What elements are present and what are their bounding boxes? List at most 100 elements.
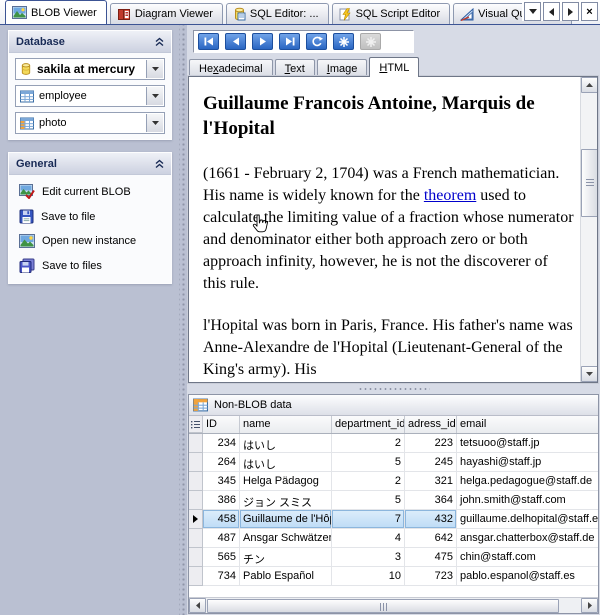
column-header-department-id[interactable]: department_id: [332, 416, 405, 433]
general-panel-header[interactable]: General: [9, 153, 171, 175]
tab-label: BLOB Viewer: [31, 7, 97, 19]
save-multi-icon: [19, 258, 35, 273]
window-tab-bar: BLOB Viewer Diagram Viewer SQL Editor: .…: [0, 0, 600, 25]
tab-label: SQL Editor: ...: [250, 8, 319, 20]
tab-text[interactable]: Text: [275, 59, 315, 77]
row-selector-header[interactable]: [189, 416, 203, 433]
last-record-button[interactable]: [279, 33, 300, 50]
theorem-link[interactable]: theorem: [424, 187, 476, 204]
table-row[interactable]: 386 ジョン スミス 5 364 john.smith@staff.com: [189, 491, 598, 510]
column-header-adress-id[interactable]: adress_id: [405, 416, 457, 433]
document-paragraph: l'Hopital was born in Paris, France. His…: [203, 315, 574, 381]
column-header-name[interactable]: name: [240, 416, 332, 433]
close-icon: ×: [586, 6, 592, 18]
scrollbar-thumb[interactable]: [207, 599, 559, 613]
html-document: Guillaume Francois Antoine, Marquis de l…: [189, 77, 579, 382]
book-icon: [117, 8, 131, 21]
tab-image[interactable]: Image: [317, 59, 368, 77]
connection-select[interactable]: sakila at mercury: [15, 58, 165, 80]
table-icon: [20, 90, 34, 103]
table-row[interactable]: 264 はいし 5 245 hayashi@staff.jp: [189, 453, 598, 472]
refresh-button[interactable]: [306, 33, 327, 50]
non-blob-header: Non-BLOB data: [189, 395, 598, 416]
pane-splitter[interactable]: [188, 384, 599, 393]
table-row[interactable]: 565 チン 3 475 chin@staff.com: [189, 548, 598, 567]
action-label: Open new instance: [42, 235, 136, 247]
table-row[interactable]: 734 Pablo Español 10 723 pablo.espanol@s…: [189, 567, 598, 586]
next-record-button[interactable]: [252, 33, 273, 50]
column-header-id[interactable]: ID: [203, 416, 240, 433]
database-icon: [20, 62, 32, 76]
tab-hexadecimal[interactable]: Hexadecimal: [189, 59, 273, 77]
tab-sql-script-editor[interactable]: SQL Script Editor: [332, 3, 451, 24]
scroll-up-button[interactable]: [581, 77, 598, 93]
column-header-email[interactable]: email: [457, 416, 598, 433]
collapse-chevron-icon[interactable]: [155, 37, 164, 47]
grid-horizontal-scrollbar[interactable]: [189, 597, 598, 613]
tab-scroll-right-button[interactable]: [562, 2, 579, 21]
action-label: Save to files: [42, 260, 102, 272]
blob-column-select[interactable]: photo: [15, 112, 165, 134]
save-icon: [19, 209, 34, 224]
content-vertical-scrollbar[interactable]: [580, 77, 597, 382]
action-label: Edit current BLOB: [42, 186, 131, 198]
scroll-left-button[interactable]: [189, 598, 206, 613]
tab-html[interactable]: HTML: [369, 57, 419, 77]
save-to-file-action[interactable]: Save to file: [9, 204, 171, 229]
insert-record-button-disabled: [360, 33, 381, 50]
tab-label: Diagram Viewer: [135, 8, 213, 20]
viewer-format-tabs: Hexadecimal Text Image HTML: [189, 57, 421, 77]
table-value: employee: [39, 90, 87, 102]
action-label: Save to file: [41, 211, 95, 223]
save-to-files-action[interactable]: Save to files: [9, 253, 171, 278]
ruler-icon: [460, 8, 474, 21]
first-record-button[interactable]: [198, 33, 219, 50]
database-panel: Database sakila at mercury employee phot…: [8, 30, 172, 140]
connection-value: sakila at mercury: [37, 62, 135, 76]
table-row[interactable]: 345 Helga Pädagog 2 321 helga.pedagogue@…: [189, 472, 598, 491]
edit-current-blob-action[interactable]: Edit current BLOB: [9, 179, 171, 204]
sidebar-splitter[interactable]: [179, 25, 187, 615]
database-panel-header[interactable]: Database: [9, 31, 171, 53]
blob-viewer-window: BLOB Viewer Diagram Viewer SQL Editor: .…: [0, 0, 600, 615]
table-row[interactable]: 487 Ansgar Schwätzer 4 642 ansgar.chatte…: [189, 529, 598, 548]
current-row-marker-icon: [193, 515, 198, 523]
tab-label: SQL Script Editor: [356, 8, 441, 20]
scrollbar-thumb[interactable]: [581, 149, 598, 217]
database-icon: [233, 7, 246, 21]
non-blob-data-panel: Non-BLOB data ID name department_id adre…: [188, 394, 599, 614]
image-icon: [19, 234, 35, 248]
blob-table-icon: [193, 398, 208, 412]
scroll-right-button[interactable]: [581, 598, 598, 613]
blob-navigator-toolbar: [193, 30, 414, 53]
table-row-selected[interactable]: 458 Guillaume de l'Hôpital 7 432 guillau…: [189, 510, 598, 529]
dropdown-arrow-icon[interactable]: [146, 114, 163, 132]
panel-title: General: [16, 158, 57, 170]
collapse-chevron-icon[interactable]: [155, 159, 164, 169]
insert-record-button[interactable]: [333, 33, 354, 50]
html-preview-pane: Guillaume Francois Antoine, Marquis de l…: [188, 76, 598, 383]
dropdown-arrow-icon[interactable]: [146, 87, 163, 105]
edit-blob-icon: [19, 184, 35, 199]
non-blob-title: Non-BLOB data: [214, 399, 292, 411]
scroll-down-button[interactable]: [581, 366, 598, 382]
table-row[interactable]: 234 はいし 2 223 tetsuoo@staff.jp: [189, 434, 598, 453]
table-select[interactable]: employee: [15, 85, 165, 107]
prior-record-button[interactable]: [225, 33, 246, 50]
tab-sql-editor[interactable]: SQL Editor: ...: [226, 3, 329, 24]
image-icon: [12, 6, 27, 19]
tab-blob-viewer[interactable]: BLOB Viewer: [5, 0, 107, 24]
tab-diagram-viewer[interactable]: Diagram Viewer: [110, 3, 223, 24]
tab-close-button[interactable]: ×: [581, 2, 598, 21]
general-panel: General Edit current BLOB Save to file O…: [8, 152, 172, 284]
dropdown-arrow-icon[interactable]: [146, 60, 163, 78]
blob-table-icon: [20, 117, 34, 130]
hand-cursor-icon: [251, 214, 268, 235]
lightning-icon: [339, 8, 352, 21]
open-new-instance-action[interactable]: Open new instance: [9, 229, 171, 253]
tab-list-dropdown-button[interactable]: [524, 2, 541, 21]
grid-header-row: ID name department_id adress_id email: [189, 416, 598, 434]
tab-scroll-left-button[interactable]: [543, 2, 560, 21]
blob-column-value: photo: [39, 117, 67, 129]
tab-scroll-controls: ×: [522, 2, 598, 21]
